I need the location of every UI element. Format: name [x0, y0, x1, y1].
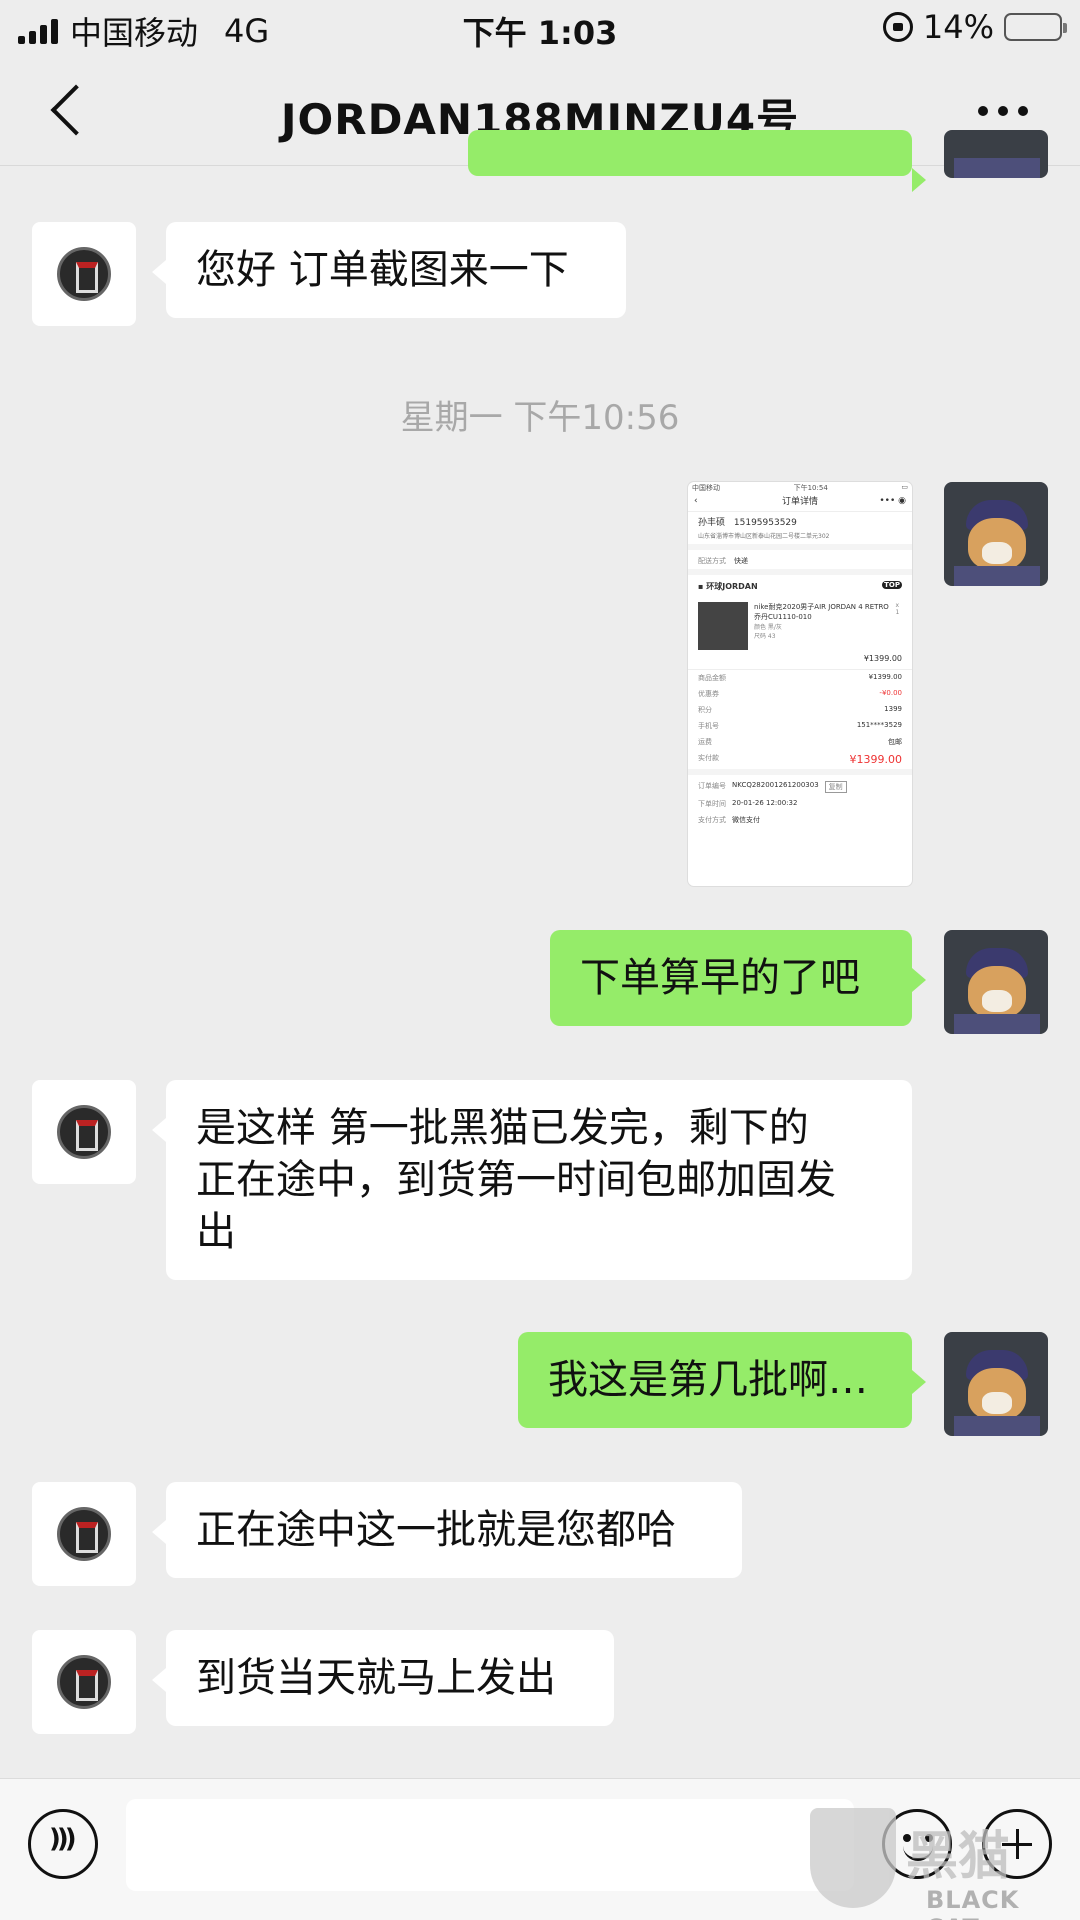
message-bubble[interactable]: 我这是第几批啊… [518, 1332, 926, 1428]
pay-row: 支付方式 微信支付 [688, 812, 912, 828]
message-text: 正在途中这一批就是您都哈 [196, 1507, 676, 1553]
screenshot-battery: ▭ [901, 483, 908, 491]
paid-row: 实付款 ¥1399.00 [688, 750, 912, 769]
screenshot-time: 下午10:54 [793, 484, 828, 492]
my-avatar[interactable] [944, 1332, 1048, 1436]
row-value: 包邮 [888, 738, 902, 746]
message-bubble[interactable]: 您好 订单截图来一下 [152, 222, 626, 318]
screenshot-more-icon: ••• ◉ [879, 496, 906, 506]
contact-avatar[interactable] [32, 1080, 136, 1184]
order-no-row: 订单编号 NKCQ282001261200303 复制 [688, 778, 912, 796]
watermark-en: BLACK CAT [926, 1886, 1020, 1920]
my-avatar[interactable] [944, 130, 1048, 178]
message-text-line: 出 [196, 1209, 236, 1255]
message-text-line: 是这样 第一批黑猫已发完，剩下的 [196, 1105, 809, 1151]
cat-shield-icon [810, 1808, 896, 1908]
message-bubble-partial [468, 130, 926, 192]
status-bar: 中国移动 4G 下午 1:03 14% [0, 0, 1080, 56]
watermark-cn: 黑猫 [906, 1827, 1011, 1887]
row-value: 1399 [884, 705, 902, 713]
order-time-label: 下单时间 [698, 800, 726, 808]
message-bubble[interactable]: 正在途中这一批就是您都哈 [152, 1482, 742, 1578]
message-text: 我这是第几批啊… [548, 1357, 868, 1403]
store-name-row: ▪ 环球JORDAN TOP [688, 569, 912, 598]
product-price: ¥1399.00 [863, 654, 902, 663]
contact-avatar[interactable] [32, 222, 136, 326]
paid-value: ¥1399.00 [849, 753, 903, 766]
message-bubble[interactable]: 下单算早的了吧 [550, 930, 926, 1026]
product-thumbnail [698, 602, 748, 650]
battery-percent: 14% [922, 8, 994, 46]
pay-label: 支付方式 [698, 816, 726, 824]
delivery-value: 快递 [734, 557, 748, 565]
pay-value: 微信支付 [732, 816, 760, 824]
row-value: 151****3529 [856, 721, 902, 729]
row-label: 运费 [698, 738, 712, 746]
product-size: 尺码 43 [754, 633, 776, 640]
recipient-phone: 15195953529 [733, 518, 797, 528]
order-no: NKCQ282001261200303 [732, 781, 819, 789]
screenshot-back-icon: ‹ [694, 496, 698, 506]
screenshot-recipient: 孙丰硕 15195953529 [688, 512, 912, 531]
product-qty: x 1 [895, 602, 900, 616]
screenshot-status-bar: 中国移动 下午10:54 ▭ [688, 482, 912, 494]
top-badge: TOP [882, 581, 902, 589]
message-bubble[interactable]: 到货当天就马上发出 [152, 1630, 614, 1726]
message-bubble[interactable]: 是这样 第一批黑猫已发完，剩下的 正在途中，到货第一时间包邮加固发 出 [152, 1080, 912, 1280]
status-right: 14% [882, 8, 1067, 46]
message-text: 您好 订单截图来一下 [196, 247, 569, 293]
price-row: 积分 1399 [688, 702, 912, 718]
price-row: 手机号 151****3529 [688, 718, 912, 734]
contact-avatar[interactable] [32, 1482, 136, 1586]
copy-button: 复制 [824, 781, 847, 793]
price-row: 商品金额 ¥1399.00 [688, 670, 912, 686]
message-input[interactable] [126, 1799, 854, 1891]
my-avatar[interactable] [944, 930, 1048, 1034]
battery-icon [1004, 13, 1067, 41]
order-no-label: 订单编号 [698, 782, 726, 790]
message-text: 下单算早的了吧 [580, 955, 860, 1001]
my-avatar[interactable] [944, 482, 1048, 586]
voice-icon[interactable] [28, 1809, 98, 1879]
order-time: 20-01-26 12:00:32 [732, 799, 798, 807]
delivery-label: 配送方式 [698, 557, 726, 565]
row-value: -¥0.00 [879, 689, 902, 697]
message-text: 到货当天就马上发出 [196, 1655, 556, 1701]
more-icon[interactable] [978, 106, 1028, 116]
row-label: 积分 [698, 706, 712, 714]
store-name: 环球JORDAN [706, 582, 758, 591]
price-row: 优惠券 -¥0.00 [688, 686, 912, 702]
watermark: 黑猫 BLACK CAT [810, 1808, 1070, 1920]
row-label: 商品金额 [698, 674, 726, 682]
order-screenshot-message[interactable]: 中国移动 下午10:54 ▭ ‹ 订单详情 ••• ◉ 孙丰硕 15195953… [688, 482, 912, 886]
timestamp: 星期一 下午10:56 [400, 398, 680, 438]
recipient-address: 山东省淄博市博山区新泰山花园二号楼二单元302 [698, 533, 830, 540]
message-text-line: 正在途中，到货第一时间包邮加固发 [196, 1157, 836, 1203]
screenshot-header: ‹ 订单详情 ••• ◉ [688, 494, 912, 512]
price-row: 运费 包邮 [688, 734, 912, 750]
row-label: 手机号 [698, 722, 719, 730]
price-rows: 商品金额 ¥1399.00 优惠券 -¥0.00 积分 1399 手机号 151****… [688, 669, 912, 769]
row-label: 优惠券 [698, 690, 719, 698]
product-info: nike耐克2020男子AIR JORDAN 4 RETRO乔丹CU1110-0… [754, 602, 889, 650]
store-icon: ▪ [698, 582, 704, 591]
screenshot-carrier: 中国移动 [692, 484, 720, 492]
order-time-row: 下单时间 20-01-26 12:00:32 [688, 796, 912, 812]
paid-label: 实付款 [698, 754, 719, 762]
screenshot-title: 订单详情 [781, 497, 818, 507]
product-title: nike耐克2020男子AIR JORDAN 4 RETRO乔丹CU1110-0… [754, 603, 889, 621]
lock-icon [882, 12, 913, 42]
product-color: 颜色 黑/灰 [754, 624, 782, 631]
order-meta: 订单编号 NKCQ282001261200303 复制 下单时间 20-01-2… [688, 769, 912, 828]
contact-avatar[interactable] [32, 1630, 136, 1734]
row-value: ¥1399.00 [868, 673, 902, 681]
product-row: nike耐克2020男子AIR JORDAN 4 RETRO乔丹CU1110-0… [688, 598, 912, 654]
recipient-name: 孙丰硕 [698, 518, 726, 528]
delivery-row: 配送方式 快递 [688, 544, 912, 569]
